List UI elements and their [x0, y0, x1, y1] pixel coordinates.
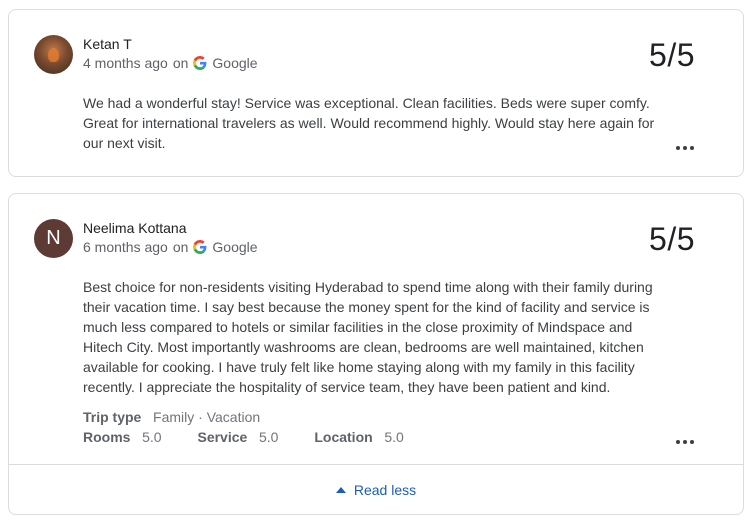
review-score: 5/5 [649, 221, 695, 257]
review-time: 6 months ago [83, 239, 168, 255]
review-card: Ketan T 4 months ago on Google 5/5 We ha… [8, 9, 744, 177]
on-label: on [172, 239, 189, 255]
review-time: 4 months ago [83, 55, 168, 71]
review-score: 5/5 [649, 37, 695, 73]
on-label: on [172, 55, 189, 71]
caret-up-icon [335, 487, 346, 493]
read-less-button[interactable]: Read less [9, 465, 743, 515]
google-g-icon [193, 56, 207, 70]
rating-value-location: 5.0 [384, 429, 404, 445]
rating-label-location: Location [314, 429, 373, 445]
avatar[interactable]: N [34, 219, 73, 258]
google-g-icon [193, 240, 207, 254]
trip-type-value: Family · Vacation [153, 409, 261, 425]
rating-label-service: Service [197, 429, 248, 445]
ratings-row: Rooms 5.0 Service 5.0 Location 5.0 [83, 427, 404, 447]
trip-type-row: Trip type Family · Vacation [83, 407, 260, 427]
avatar[interactable] [34, 35, 73, 74]
rating-label-rooms: Rooms [83, 429, 131, 445]
more-options-icon[interactable] [676, 437, 694, 447]
rating-value-rooms: 5.0 [142, 429, 162, 445]
read-less-label: Read less [353, 482, 417, 498]
trip-type-label: Trip type [83, 409, 142, 425]
review-card: N Neelima Kottana 6 months ago on Google… [8, 193, 744, 515]
review-text: Best choice for non-residents visiting H… [83, 279, 653, 395]
review-source: Google [212, 239, 258, 255]
review-meta: 4 months ago on Google [83, 55, 258, 71]
review-source: Google [212, 55, 258, 71]
reviewer-name[interactable]: Neelima Kottana [83, 220, 187, 236]
review-text: We had a wonderful stay! Service was exc… [83, 95, 655, 151]
reviewer-name[interactable]: Ketan T [83, 36, 132, 52]
rating-value-service: 5.0 [258, 429, 279, 445]
review-meta: 6 months ago on Google [83, 239, 258, 255]
more-options-icon[interactable] [676, 143, 694, 153]
